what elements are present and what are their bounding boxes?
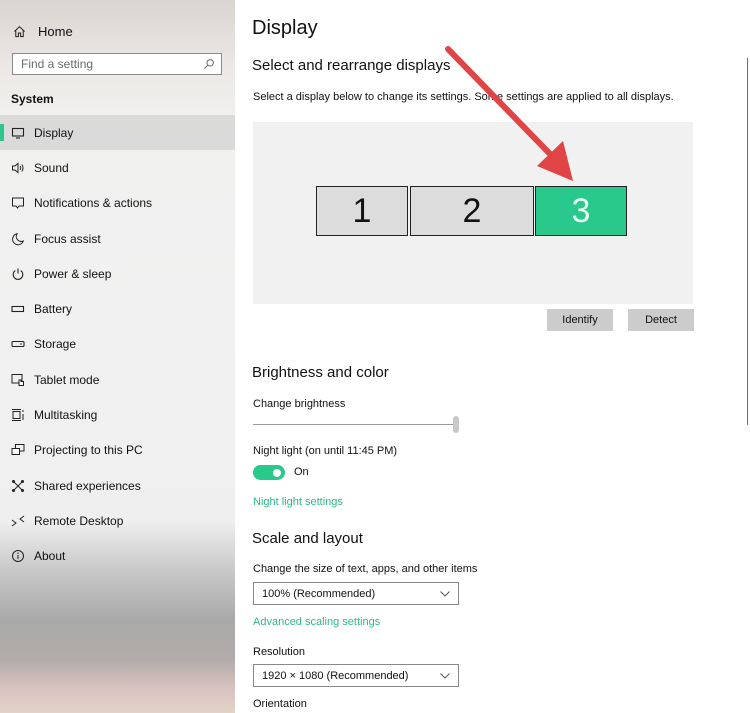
- sidebar-item-label: Projecting to this PC: [34, 443, 143, 458]
- resolution-label: Resolution: [253, 646, 305, 658]
- monitor-number: 2: [462, 191, 482, 230]
- sidebar-item-display[interactable]: Display: [0, 115, 235, 151]
- resolution-value: 1920 × 1080 (Recommended): [262, 669, 409, 682]
- sidebar-item-label: Shared experiences: [34, 478, 141, 493]
- tablet-mode-icon: [11, 373, 25, 387]
- night-light-settings-link[interactable]: Night light settings: [253, 496, 343, 508]
- display-arrangement-area[interactable]: 1 2 3: [253, 122, 693, 304]
- remote-desktop-icon: [11, 514, 25, 528]
- power-icon: [11, 267, 25, 281]
- scrollbar[interactable]: [747, 58, 748, 425]
- sidebar-item-shared-experiences[interactable]: Shared experiences: [0, 468, 235, 503]
- scale-value: 100% (Recommended): [262, 587, 376, 600]
- sidebar-item-power-sleep[interactable]: Power & sleep: [0, 256, 235, 291]
- sidebar-item-label: Multitasking: [34, 408, 98, 423]
- sidebar-item-multitasking[interactable]: Multitasking: [0, 397, 235, 432]
- night-light-label: Night light (on until 11:45 PM): [253, 445, 398, 457]
- sidebar-item-label: About: [34, 549, 66, 564]
- sidebar-item-remote-desktop[interactable]: Remote Desktop: [0, 503, 235, 538]
- sidebar-item-label: Storage: [34, 337, 77, 352]
- sidebar-item-about[interactable]: About: [0, 539, 235, 574]
- orientation-label: Orientation: [253, 698, 307, 710]
- sidebar-item-label: Notifications & actions: [34, 196, 153, 211]
- sidebar-item-storage[interactable]: Storage: [0, 327, 235, 362]
- advanced-scaling-link[interactable]: Advanced scaling settings: [253, 616, 380, 628]
- monitor-number: 1: [352, 191, 372, 230]
- monitor-number: 3: [571, 191, 591, 230]
- sidebar-item-label: Battery: [34, 302, 73, 317]
- multitasking-icon: [11, 408, 25, 422]
- monitor-3[interactable]: 3: [535, 186, 627, 236]
- sidebar-item-battery[interactable]: Battery: [0, 291, 235, 326]
- search-icon[interactable]: [203, 58, 215, 70]
- scale-dropdown[interactable]: 100% (Recommended): [253, 582, 459, 605]
- main-content: Display Select and rearrange displays Se…: [235, 0, 750, 713]
- chevron-down-icon: [440, 590, 450, 597]
- sidebar-item-label: Display: [34, 125, 74, 140]
- night-light-toggle[interactable]: [253, 465, 285, 480]
- section-heading-brightness: Brightness and color: [252, 364, 389, 381]
- arrange-description: Select a display below to change its set…: [253, 91, 674, 103]
- brightness-label: Change brightness: [253, 398, 346, 410]
- storage-icon: [11, 337, 25, 351]
- monitor-2[interactable]: 2: [410, 186, 534, 236]
- info-icon: [11, 549, 25, 563]
- notification-icon: [11, 196, 25, 210]
- projecting-icon: [11, 443, 25, 457]
- resolution-dropdown[interactable]: 1920 × 1080 (Recommended): [253, 664, 459, 687]
- section-heading-arrange: Select and rearrange displays: [252, 57, 451, 74]
- sidebar-item-tablet-mode[interactable]: Tablet mode: [0, 362, 235, 397]
- sidebar-item-label: Tablet mode: [34, 372, 100, 387]
- sidebar-item-notifications[interactable]: Notifications & actions: [0, 186, 235, 221]
- battery-icon: [11, 302, 25, 316]
- chevron-down-icon: [440, 672, 450, 679]
- section-label-system: System: [11, 92, 54, 106]
- night-light-state: On: [294, 466, 309, 478]
- search-box[interactable]: [12, 53, 222, 75]
- detect-button[interactable]: Detect: [628, 309, 694, 331]
- sidebar-item-label: Remote Desktop: [34, 513, 124, 528]
- moon-icon: [11, 232, 25, 246]
- shared-experiences-icon: [11, 479, 25, 493]
- speaker-icon: [11, 161, 25, 175]
- sidebar-item-label: Sound: [34, 160, 69, 175]
- brightness-slider-track[interactable]: [253, 424, 453, 425]
- search-input[interactable]: [21, 57, 203, 71]
- sidebar-item-label: Power & sleep: [34, 266, 112, 281]
- sidebar: Home System Display Sound Notifications …: [0, 0, 235, 713]
- sidebar-item-projecting[interactable]: Projecting to this PC: [0, 433, 235, 468]
- home-link[interactable]: Home: [12, 21, 73, 41]
- sidebar-nav: Display Sound Notifications & actions Fo…: [0, 115, 235, 574]
- identify-button[interactable]: Identify: [547, 309, 613, 331]
- section-heading-scale: Scale and layout: [252, 530, 363, 547]
- sidebar-item-label: Focus assist: [34, 231, 101, 246]
- sidebar-item-sound[interactable]: Sound: [0, 150, 235, 185]
- monitor-1[interactable]: 1: [316, 186, 408, 236]
- page-title: Display: [252, 17, 318, 39]
- brightness-slider-thumb[interactable]: [453, 416, 459, 433]
- home-label: Home: [38, 23, 73, 39]
- sidebar-item-focus-assist[interactable]: Focus assist: [0, 221, 235, 256]
- monitor-icon: [11, 126, 25, 140]
- scale-size-label: Change the size of text, apps, and other…: [253, 563, 478, 575]
- home-icon: [12, 25, 26, 38]
